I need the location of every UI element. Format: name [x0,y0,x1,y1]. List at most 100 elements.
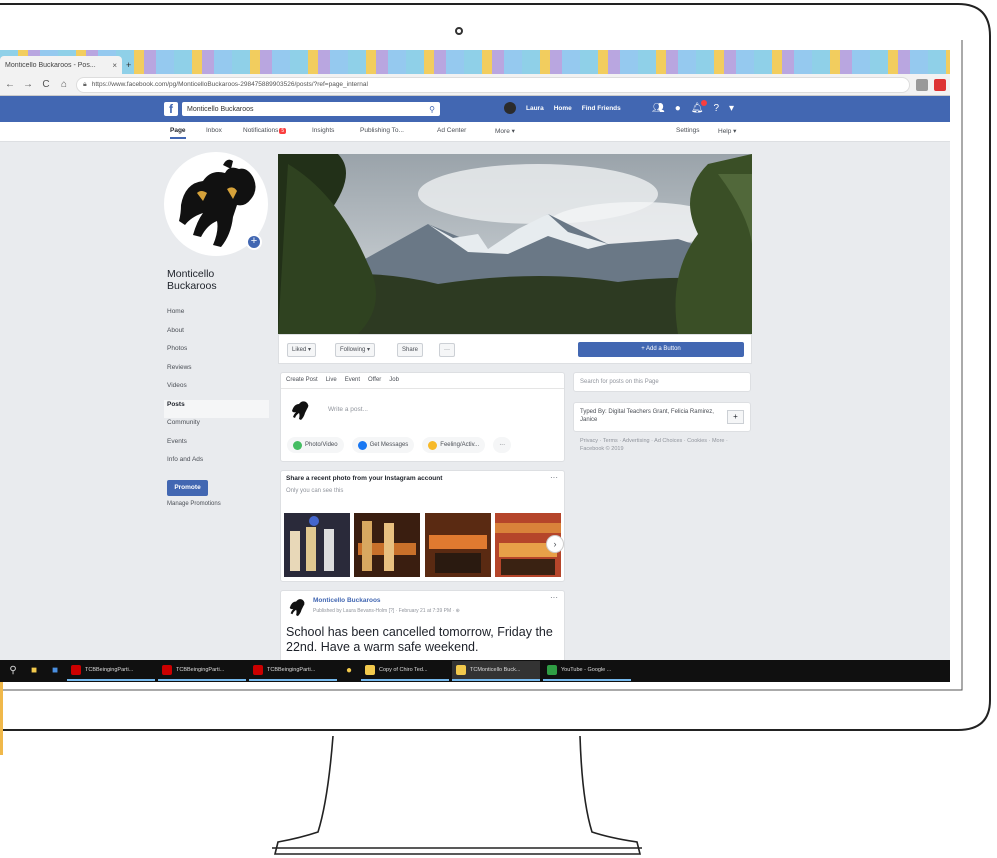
typed-by-text: Typed By: Digital Teachers Grant, Felici… [580,409,714,423]
word-icon[interactable]: ■ [46,662,64,680]
footer-links[interactable]: Privacy · Terms · Advertising · Ad Choic… [580,438,740,453]
browser-toolbar: ← → C ⌂ 🔒︎ https://www.facebook.com/pg/M… [0,74,950,96]
following-button[interactable]: Following ▾ [335,343,376,357]
notifications-icon[interactable]: 🔔︎ [691,100,708,114]
taskbar-item-label: TCMonticello Buck... [470,667,521,673]
taskbar-item[interactable]: TCBBeingingParti... [67,661,155,681]
file-explorer-icon[interactable]: ■ [25,662,43,680]
share-button[interactable]: Share [397,343,424,357]
instagram-card-title: Share a recent photo from your Instagram… [286,475,443,482]
taskbar-item[interactable]: Copy of Chiro Ted... [361,661,449,681]
nav-videos[interactable]: Videos [167,381,269,400]
screen: Monticello Buckaroos - Pos... × + ← → C … [0,50,950,682]
tab-ad-center[interactable]: Ad Center [437,127,466,134]
nav-info-and-ads[interactable]: Info and Ads [167,455,269,474]
close-icon[interactable]: × [112,61,117,70]
instagram-photo-strip [284,513,563,577]
instagram-card-more-button[interactable]: ··· [550,473,558,482]
tab-insights[interactable]: Insights [312,127,334,134]
cover-photo[interactable] [278,154,752,334]
search-input[interactable]: Monticello Buckaroos ⚲ [182,102,440,116]
tab-publishing-tools[interactable]: Publishing To... [360,127,404,134]
photo-video-label: Photo/Video [305,442,338,448]
post-author-avatar[interactable] [287,597,307,617]
facebook-logo[interactable]: f [164,102,178,116]
feeling-label: Feeling/Activ... [440,442,480,448]
tab-notifications[interactable]: Notifications 5 [243,127,287,134]
nav-events[interactable]: Events [167,437,269,456]
composer-input[interactable]: Write a post... [328,406,368,413]
composer-tab-event[interactable]: Event [345,377,360,384]
composer-tab-offer[interactable]: Offer [368,377,381,384]
home-link[interactable]: Home [554,105,572,112]
messenger-icon [357,440,367,450]
messenger-icon[interactable]: ● [675,103,681,114]
page-left-nav: Home About Photos Reviews Videos Posts C… [164,307,269,474]
nav-photos[interactable]: Photos [167,344,269,363]
get-messages-label: Get Messages [369,442,409,448]
post-more-button[interactable]: ··· [550,593,558,602]
carousel-next-button[interactable]: › [546,535,564,553]
photo-video-button[interactable]: Photo/Video [287,437,344,453]
add-photo-icon[interactable]: + [246,234,262,250]
promote-button[interactable]: Promote [167,480,208,496]
post-author-name[interactable]: Monticello Buckaroos [313,597,381,604]
manage-promotions-link[interactable]: Manage Promotions [167,501,221,507]
pdf-icon [253,665,263,675]
taskbar-item[interactable]: YouTube - Google ... [543,661,631,681]
chrome-icon[interactable]: ● [340,662,358,680]
reload-button[interactable]: C [40,79,52,90]
instagram-photo[interactable] [354,513,422,577]
chrome-icon [547,665,557,675]
chevron-down-icon[interactable]: ▾ [729,103,734,114]
extension-icon[interactable] [934,78,946,91]
home-button[interactable]: ⌂ [58,79,70,90]
forward-button[interactable]: → [22,79,34,90]
nav-community[interactable]: Community [167,418,269,437]
composer-more-button[interactable]: ··· [493,437,512,453]
tab-more[interactable]: More ▾ [495,127,515,135]
taskbar-item[interactable]: TCBBeingingParti... [249,661,337,681]
address-bar[interactable]: 🔒︎ https://www.facebook.com/pg/Monticell… [76,76,910,93]
add-language-button[interactable]: + [727,410,744,424]
search-icon[interactable]: ⚲ [429,105,435,114]
friend-requests-icon[interactable]: 👥︎ [652,103,665,114]
star-icon[interactable] [916,78,928,91]
user-name-link[interactable]: Laura [526,105,544,112]
taskbar-item-active[interactable]: TCMonticello Buck... [452,661,540,681]
avatar[interactable] [504,102,516,114]
back-button[interactable]: ← [4,79,16,90]
find-friends-link[interactable]: Find Friends [582,105,621,112]
instagram-photo[interactable] [284,513,352,577]
more-button[interactable]: ··· [439,343,455,357]
nav-about[interactable]: About [167,326,269,345]
taskbar-item-label: TCBBeingingParti... [85,667,134,673]
get-messages-button[interactable]: Get Messages [351,437,415,453]
nav-reviews[interactable]: Reviews [167,363,269,382]
add-a-button[interactable]: + Add a Button [578,342,744,357]
nav-home[interactable]: Home [167,307,269,326]
tab-settings[interactable]: Settings [676,127,700,134]
page-post-search[interactable]: Search for posts on this Page [573,372,751,392]
search-icon[interactable]: ⚲ [4,662,22,680]
composer-tab-create-post[interactable]: Create Post [286,377,318,384]
browser-tab-bar: Monticello Buckaroos - Pos... × + [0,50,950,74]
photo-icon [293,440,302,450]
tab-title: Monticello Buckaroos - Pos... [5,61,96,69]
taskbar-item[interactable]: TCBBeingingParti... [158,661,246,681]
nav-posts[interactable]: Posts [164,399,269,418]
feeling-button[interactable]: Feeling/Activ... [422,437,486,453]
composer-tab-live[interactable]: Live [326,377,337,384]
browser-tab[interactable]: Monticello Buckaroos - Pos... × [0,56,122,74]
new-tab-button[interactable]: + [126,60,138,72]
tab-help[interactable]: Help ▾ [718,127,736,135]
composer-tab-job[interactable]: Job [389,377,399,384]
instagram-photo[interactable] [424,513,493,577]
mountain-landscape-image [278,154,752,334]
lock-icon: 🔒︎ [83,80,87,88]
help-icon[interactable]: ? [713,103,719,114]
tab-page[interactable]: Page [170,127,186,139]
chrome-icon [456,665,466,675]
tab-inbox[interactable]: Inbox [206,127,222,134]
liked-button[interactable]: Liked ▾ [287,343,317,357]
